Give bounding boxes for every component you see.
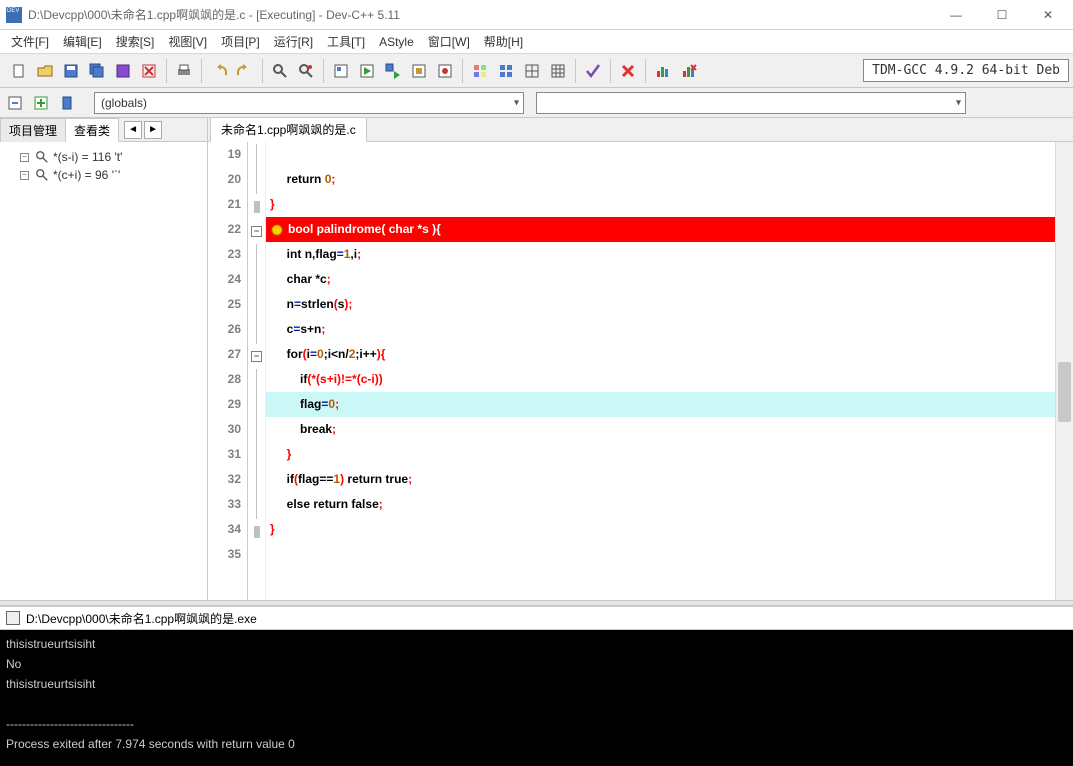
globals-combo[interactable]: (globals) ▾ xyxy=(94,92,524,114)
menu-search[interactable]: 搜索[S] xyxy=(109,31,162,52)
find-button[interactable] xyxy=(269,60,291,82)
editor-tab[interactable]: 未命名1.cpp啊飒飒的是.c xyxy=(210,117,367,142)
goto-func-button[interactable] xyxy=(4,92,26,114)
globals-combo-value: (globals) xyxy=(101,96,147,110)
chevron-down-icon: ▾ xyxy=(956,97,961,108)
sidebar-nav-right[interactable]: ► xyxy=(144,121,162,139)
run-button[interactable] xyxy=(356,60,378,82)
console-title-text: D:\Devcpp\000\未命名1.cpp啊飒飒的是.exe xyxy=(26,610,257,627)
scrollbar-thumb[interactable] xyxy=(1058,362,1071,422)
chevron-down-icon: ▾ xyxy=(514,97,519,108)
grid4-button[interactable] xyxy=(547,60,569,82)
tree-row[interactable]: − *(s-i) = 116 't' xyxy=(6,148,201,166)
abort-button[interactable] xyxy=(617,60,639,82)
sidebar-nav-left[interactable]: ◄ xyxy=(124,121,142,139)
open-button[interactable] xyxy=(34,60,56,82)
menu-view[interactable]: 视图[V] xyxy=(161,31,214,52)
print-button[interactable] xyxy=(173,60,195,82)
menu-window[interactable]: 窗口[W] xyxy=(421,31,477,52)
redo-button[interactable] xyxy=(234,60,256,82)
new-file-button[interactable] xyxy=(8,60,30,82)
undo-button[interactable] xyxy=(208,60,230,82)
console-panel: D:\Devcpp\000\未命名1.cpp啊飒飒的是.exe thisistr… xyxy=(0,606,1073,766)
close-file-button[interactable] xyxy=(138,60,160,82)
maximize-button[interactable]: ☐ xyxy=(979,0,1025,30)
menu-file[interactable]: 文件[F] xyxy=(4,31,56,52)
tree-toggle-icon[interactable]: − xyxy=(20,171,29,180)
sidebar-tab-classes[interactable]: 查看类 xyxy=(65,118,119,142)
tree-item-label: *(s-i) = 116 't' xyxy=(53,150,122,164)
profile-button[interactable] xyxy=(652,60,674,82)
compile-button[interactable] xyxy=(330,60,352,82)
sidebar-tab-project[interactable]: 项目管理 xyxy=(0,118,66,142)
menu-tools[interactable]: 工具[T] xyxy=(320,31,372,52)
rebuild-button[interactable] xyxy=(408,60,430,82)
vertical-scrollbar[interactable] xyxy=(1055,142,1073,600)
menubar: 文件[F] 编辑[E] 搜索[S] 视图[V] 项目[P] 运行[R] 工具[T… xyxy=(0,30,1073,54)
delete-profile-button[interactable] xyxy=(678,60,700,82)
grid3-button[interactable] xyxy=(521,60,543,82)
window-title: D:\Devcpp\000\未命名1.cpp啊飒飒的是.c - [Executi… xyxy=(28,6,933,23)
menu-edit[interactable]: 编辑[E] xyxy=(56,31,109,52)
compile-run-button[interactable] xyxy=(382,60,404,82)
symbol-combo[interactable]: ▾ xyxy=(536,92,966,114)
code-body[interactable]: return 0; } bool palindrome( char *s ){ … xyxy=(266,142,1055,600)
tree-toggle-icon[interactable]: − xyxy=(20,153,29,162)
fold-toggle[interactable]: − xyxy=(251,226,262,237)
titlebar: D:\Devcpp\000\未命名1.cpp啊飒飒的是.c - [Executi… xyxy=(0,0,1073,30)
save-as-button[interactable] xyxy=(112,60,134,82)
fold-toggle[interactable]: − xyxy=(251,351,262,362)
console-output[interactable]: thisistrueurtsisiht No thisistrueurtsisi… xyxy=(0,630,1073,766)
app-icon xyxy=(6,7,22,23)
replace-button[interactable] xyxy=(295,60,317,82)
debug-button[interactable] xyxy=(434,60,456,82)
menu-help[interactable]: 帮助[H] xyxy=(477,31,530,52)
minimize-button[interactable]: — xyxy=(933,0,979,30)
check-button[interactable] xyxy=(582,60,604,82)
menu-run[interactable]: 运行[R] xyxy=(267,31,320,52)
watch-icon xyxy=(35,150,49,164)
fold-column: − − xyxy=(248,142,266,600)
line-number-gutter: 1920212223242526272829303132333435 xyxy=(208,142,248,600)
tree-row[interactable]: − *(c+i) = 96 '`' xyxy=(6,166,201,184)
menu-project[interactable]: 项目[P] xyxy=(214,31,267,52)
bookmark-toggle-button[interactable] xyxy=(56,92,78,114)
secondary-toolbar: (globals) ▾ ▾ xyxy=(0,88,1073,118)
breakpoint-icon xyxy=(270,223,284,237)
insert-button[interactable] xyxy=(30,92,52,114)
close-button[interactable]: ✕ xyxy=(1025,0,1071,30)
console-icon xyxy=(6,611,20,625)
code-editor[interactable]: 1920212223242526272829303132333435 − − xyxy=(208,142,1073,600)
main-toolbar: TDM-GCC 4.9.2 64-bit Deb xyxy=(0,54,1073,88)
save-button[interactable] xyxy=(60,60,82,82)
grid1-button[interactable] xyxy=(469,60,491,82)
sidebar: 项目管理 查看类 ◄ ► − *(s-i) = 116 't' − *(c+i)… xyxy=(0,118,208,600)
menu-astyle[interactable]: AStyle xyxy=(372,33,421,51)
tree-item-label: *(c+i) = 96 '`' xyxy=(53,168,120,182)
watch-icon xyxy=(35,168,49,182)
grid2-button[interactable] xyxy=(495,60,517,82)
save-all-button[interactable] xyxy=(86,60,108,82)
compiler-selector[interactable]: TDM-GCC 4.9.2 64-bit Deb xyxy=(863,59,1069,82)
editor-area: 未命名1.cpp啊飒飒的是.c 192021222324252627282930… xyxy=(208,118,1073,600)
